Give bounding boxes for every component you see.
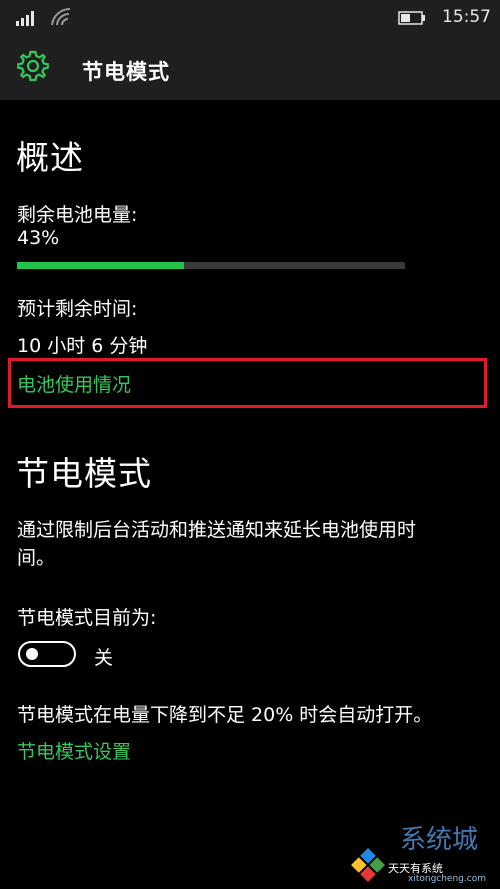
svg-text:系统城: 系统城 bbox=[400, 825, 478, 855]
page-title: 节电模式 bbox=[82, 60, 170, 84]
status-bar: 15:57 bbox=[0, 0, 500, 36]
wifi-icon bbox=[51, 8, 71, 26]
battery-icon bbox=[398, 11, 425, 25]
battery-saver-description-line1: 通过限制后台活动和推送通知来延长电池使用时 bbox=[17, 519, 417, 541]
signal-icon bbox=[16, 11, 34, 26]
battery-level-value: 43% bbox=[17, 227, 60, 249]
battery-saver-heading: 节电模式 bbox=[16, 454, 152, 493]
battery-usage-link[interactable]: 电池使用情况 bbox=[17, 370, 131, 397]
battery-saver-settings-link[interactable]: 节电模式设置 bbox=[17, 737, 131, 764]
watermark-url: xitongcheng.com bbox=[408, 874, 486, 884]
battery-level-label: 剩余电池电量: bbox=[17, 204, 138, 226]
gear-icon[interactable] bbox=[15, 48, 51, 84]
auto-on-note: 节电模式在电量下降到不足 20% 时会自动打开。 bbox=[17, 704, 433, 726]
battery-saver-status-label: 节电模式目前为: bbox=[17, 607, 157, 629]
remaining-time-label: 预计剩余时间: bbox=[17, 298, 138, 320]
battery-saver-description-line2: 间。 bbox=[17, 547, 56, 569]
overview-heading: 概述 bbox=[16, 138, 84, 177]
app-header: 节电模式 bbox=[0, 36, 500, 100]
remaining-time-value: 10 小时 6 分钟 bbox=[17, 335, 148, 357]
toggle-state-label: 关 bbox=[94, 647, 114, 669]
clock: 15:57 bbox=[442, 7, 491, 27]
battery-saver-toggle[interactable] bbox=[18, 641, 76, 667]
battery-progress-fill bbox=[17, 262, 184, 269]
battery-progress-bar bbox=[17, 262, 405, 269]
toggle-knob bbox=[26, 648, 38, 660]
